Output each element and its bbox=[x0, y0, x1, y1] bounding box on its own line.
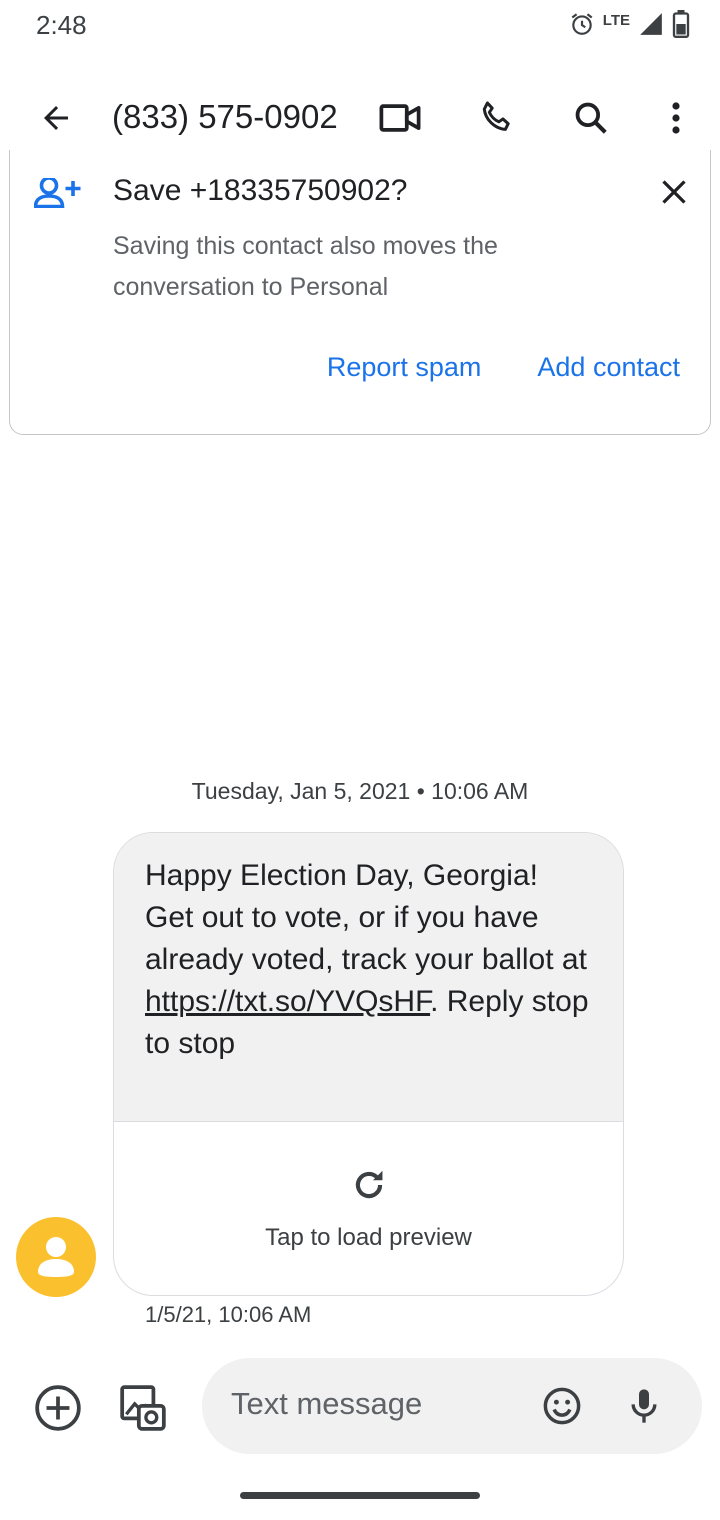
phone-icon[interactable] bbox=[466, 80, 526, 156]
avatar[interactable] bbox=[16, 1217, 96, 1297]
app-bar: (833) 575-0902 bbox=[0, 80, 720, 156]
network-type: LTE bbox=[602, 11, 630, 29]
refresh-icon bbox=[350, 1166, 388, 1209]
search-icon[interactable] bbox=[561, 80, 621, 156]
battery-icon bbox=[672, 10, 690, 38]
report-spam-button[interactable]: Report spam bbox=[327, 352, 482, 383]
date-header: Tuesday, Jan 5, 2021 • 10:06 AM bbox=[191, 778, 529, 804]
card-description: Saving this contact also moves the conve… bbox=[113, 232, 498, 301]
message-link[interactable]: https://txt.so/YVQsHF bbox=[145, 985, 430, 1018]
conversation-title: (833) 575-0902 bbox=[112, 98, 338, 135]
gallery-icon[interactable] bbox=[113, 1378, 173, 1438]
emoji-icon[interactable] bbox=[538, 1382, 586, 1430]
status-time: 2:48 bbox=[36, 10, 87, 40]
link-preview[interactable]: Tap to load preview bbox=[114, 1121, 623, 1295]
add-circle-icon[interactable] bbox=[28, 1378, 88, 1438]
save-contact-card: Save +18335750902? Saving this contact a… bbox=[9, 150, 711, 435]
video-call-icon[interactable] bbox=[370, 80, 430, 156]
signal-icon bbox=[638, 11, 664, 37]
home-indicator[interactable] bbox=[240, 1492, 480, 1499]
mic-icon[interactable] bbox=[620, 1382, 668, 1430]
card-title: Save +18335750902? bbox=[113, 174, 408, 207]
back-arrow-icon[interactable] bbox=[26, 80, 86, 156]
add-contact-button[interactable]: Add contact bbox=[537, 352, 680, 383]
preview-label: Tap to load preview bbox=[265, 1224, 472, 1251]
alarm-icon bbox=[569, 11, 595, 37]
close-icon[interactable] bbox=[654, 172, 694, 212]
message-compose-field[interactable]: Text message bbox=[202, 1358, 702, 1454]
more-vert-icon[interactable] bbox=[646, 80, 706, 156]
card-actions: Report spam Add contact bbox=[327, 352, 680, 383]
message-text-start: Happy Election Day, Georgia! Get out to … bbox=[145, 859, 587, 976]
add-person-icon bbox=[33, 176, 82, 213]
status-icons: LTE bbox=[569, 10, 690, 38]
message-timestamp: 1/5/21, 10:06 AM bbox=[145, 1302, 312, 1327]
text-message-input[interactable]: Text message bbox=[231, 1386, 422, 1422]
message-bubble[interactable]: Happy Election Day, Georgia! Get out to … bbox=[113, 832, 624, 1296]
message-text: Happy Election Day, Georgia! Get out to … bbox=[114, 833, 623, 1121]
status-bar: 2:48 LTE bbox=[0, 0, 720, 56]
